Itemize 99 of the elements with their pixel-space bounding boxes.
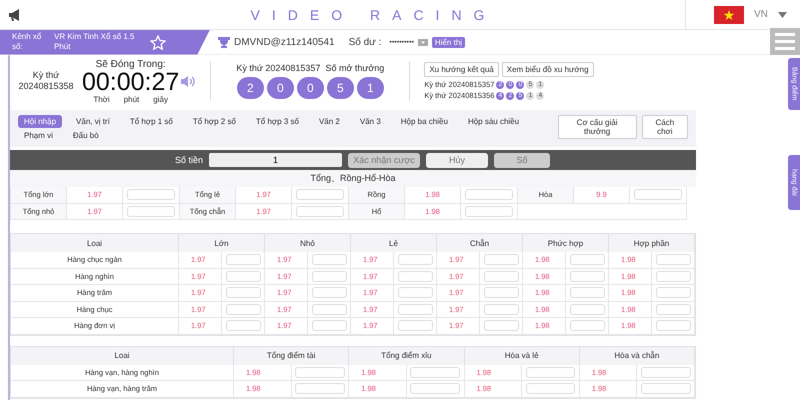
bet-input[interactable] (526, 383, 576, 394)
bet-input[interactable] (398, 320, 432, 332)
bet-type-tab[interactable]: Hộp ba chiều (394, 115, 454, 128)
period-label: Kỳ thứ (32, 70, 60, 81)
bet-input[interactable] (465, 206, 513, 217)
help-button[interactable]: Cách chơi (642, 115, 688, 139)
bet-type-tab[interactable]: Tổ hợp 3 số (250, 115, 305, 128)
column-header: Tổng điểm tài (234, 346, 350, 364)
amount-field[interactable]: 1 (209, 153, 342, 167)
section-title: Tổng、Rồng-Hổ-Hòa (10, 170, 696, 187)
bet-input[interactable] (656, 270, 690, 282)
bet-input[interactable] (640, 366, 690, 378)
bet-input[interactable] (398, 287, 432, 298)
bet-action-button[interactable]: Hủy (426, 152, 488, 168)
bet-input[interactable] (226, 304, 260, 315)
bet-input[interactable] (656, 287, 690, 298)
column-header: Hòa và lẻ (464, 346, 580, 364)
bet-input[interactable] (570, 254, 604, 266)
bet-input[interactable] (127, 206, 175, 217)
bet-input[interactable] (226, 270, 260, 282)
caret-icon[interactable] (778, 12, 787, 18)
channel-name: VR Kim Tinh Xổ số 1.5 Phút (54, 32, 136, 52)
bet-input[interactable] (295, 366, 345, 378)
bet-input[interactable] (312, 320, 346, 332)
column-header: Hợp phần (609, 234, 695, 252)
language-label[interactable]: VN (754, 9, 768, 20)
bet-input[interactable] (484, 304, 518, 315)
bet-input[interactable] (465, 189, 513, 200)
bet-input[interactable] (226, 320, 260, 332)
show-balance-button[interactable]: Hiển thị (432, 36, 466, 48)
bet-input[interactable] (312, 304, 346, 315)
bet-input[interactable] (570, 320, 604, 332)
column-header: Nhỏ (265, 234, 351, 252)
bet-input[interactable] (295, 383, 345, 394)
bet-type-tab[interactable]: Đấu bò (66, 129, 105, 142)
bet-input[interactable] (484, 320, 518, 332)
period-number: 20240815358 (17, 81, 75, 92)
bet-type-tab[interactable]: Phạm vi (18, 129, 59, 142)
bet-input[interactable] (398, 270, 432, 282)
bet-input[interactable] (656, 304, 690, 315)
bet-input[interactable] (127, 189, 175, 200)
last-result-label: Kỳ thứ 20240815357 Số mở thưởng (236, 63, 384, 73)
menu-button[interactable] (770, 28, 800, 55)
bet-input[interactable] (410, 366, 460, 378)
bet-input[interactable] (484, 270, 518, 282)
bet-input[interactable] (398, 304, 432, 315)
column-header: Hòa và chẵn (580, 346, 695, 364)
site-title: VIDEO RACING (250, 6, 498, 22)
dropdown-icon[interactable] (418, 38, 428, 46)
bet-input[interactable] (634, 189, 682, 200)
star-icon[interactable] (150, 34, 166, 50)
bet-input[interactable] (296, 206, 344, 217)
bet-input[interactable] (570, 304, 604, 315)
time-unit: Thời (93, 94, 110, 104)
bet-input[interactable] (226, 254, 260, 266)
bet-type-tab[interactable]: Tổ hợp 2 số (186, 115, 242, 128)
column-header: Loai (11, 346, 234, 364)
bet-input[interactable] (570, 270, 604, 282)
flag-icon[interactable] (714, 6, 744, 24)
bet-input[interactable] (484, 287, 518, 298)
bet-type-tab[interactable]: Văn, vị trí (70, 115, 116, 128)
bet-input[interactable] (410, 383, 460, 394)
bet-input[interactable] (570, 287, 604, 298)
bet-type-tab[interactable]: Tổ hợp 1 số (124, 115, 179, 128)
column-header: Phức hợp (523, 234, 609, 252)
trophy-icon (218, 36, 230, 48)
time-unit: giây (153, 94, 168, 104)
bet-type-tab[interactable]: Văn 2 (312, 115, 346, 128)
countdown-timer: 00:00:27 (82, 70, 180, 94)
bet-input[interactable] (312, 287, 346, 298)
balance-label: Số dư : (348, 36, 382, 48)
bet-type-tab[interactable]: Văn 3 (354, 115, 387, 128)
speaker-icon[interactable] (181, 74, 196, 88)
trend-button[interactable]: Xem biểu đồ xu hướng (502, 62, 594, 77)
megaphone-icon[interactable] (8, 8, 22, 20)
bet-input[interactable] (526, 366, 576, 378)
bet-input[interactable] (484, 254, 518, 266)
bet-input[interactable] (312, 254, 346, 266)
channel-label: Kênh xổ số: (12, 32, 42, 52)
column-header: Chẵn (437, 234, 523, 252)
bet-input[interactable] (640, 383, 690, 394)
trend-button[interactable]: Xu hướng kết quả (424, 62, 499, 77)
time-unit: phút (124, 94, 140, 104)
column-header: Lẻ (351, 234, 437, 252)
help-button[interactable]: Cơ cấu giải thưởng (558, 115, 637, 139)
countdown-label: Sẽ Đóng Trong: (96, 58, 166, 70)
bet-type-tab[interactable]: Hội nhập (18, 115, 62, 128)
bet-input[interactable] (656, 320, 690, 332)
bet-input[interactable] (296, 189, 344, 200)
column-header: Lớn (179, 234, 265, 252)
bet-input[interactable] (312, 270, 346, 282)
column-header: Tổng điểm xỉu (349, 346, 464, 364)
bet-input[interactable] (398, 254, 432, 266)
bet-type-tab[interactable]: Hộp sáu chiều (462, 115, 526, 128)
amount-label: Số tiền (175, 155, 204, 165)
account-name: DMVND@z11z140541 (234, 36, 335, 48)
column-header: Loai (11, 234, 179, 252)
bet-input[interactable] (226, 287, 260, 298)
bet-input[interactable] (656, 254, 690, 266)
